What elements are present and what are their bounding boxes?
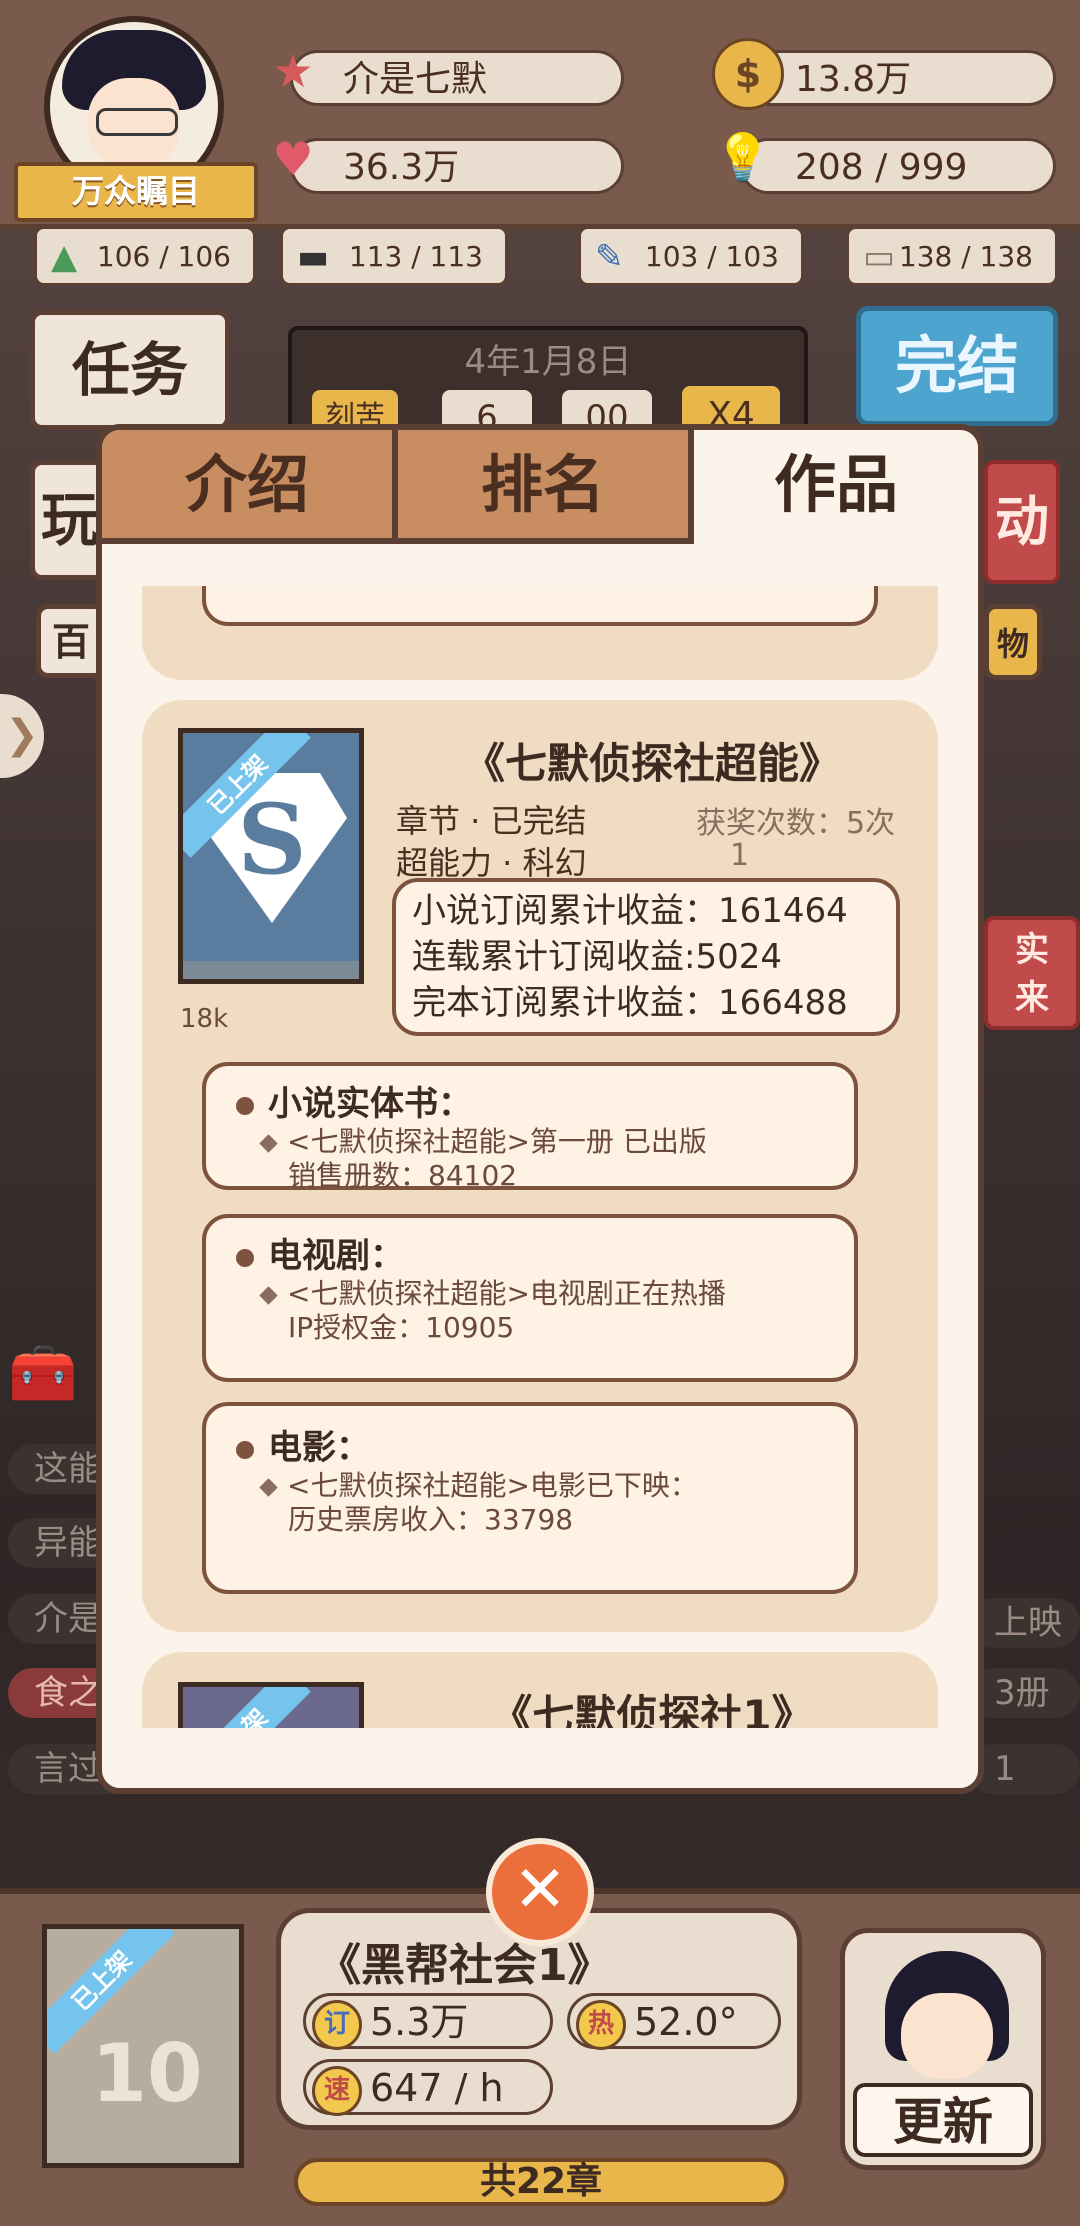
task-button[interactable]: 任务	[30, 310, 230, 430]
work-title: 《七默侦探社超能》	[462, 739, 841, 788]
subscribe-pill: 订 5.3万	[303, 1993, 553, 2050]
work-cover[interactable]: 已上架	[178, 1682, 364, 1728]
player-header: 万众瞩目 介是七默 ★ 36.3万 ♥ 13.8万 $ 208 / 999 💡	[0, 0, 1080, 230]
hat-icon: ▬	[297, 237, 330, 277]
income-line: 连载累计订阅收益:5024	[412, 937, 782, 977]
author-face	[901, 1993, 993, 2079]
background-note: 1	[968, 1744, 1080, 1794]
movie-section: 电影： <七默侦探社超能>电影已下映： 历史票房收入：33798	[202, 1402, 858, 1594]
chapter-count: 共22章	[294, 2158, 788, 2206]
section-line: IP授权金：10905	[288, 1311, 515, 1344]
finish-button[interactable]: 完结	[856, 306, 1058, 426]
heart-icon: ♥	[272, 132, 314, 186]
mountain-icon: ▲	[51, 237, 78, 277]
money-bag-icon: $	[712, 38, 784, 110]
speed-badge: 速	[312, 2066, 362, 2116]
section-line: <七默侦探社超能>第一册 已出版	[287, 1125, 707, 1158]
tv-series-section: 电视剧： <七默侦探社超能>电视剧正在热播 IP授权金：10905	[202, 1214, 858, 1382]
fans-bar: 36.3万	[290, 138, 624, 194]
resource-value: 138 / 138	[898, 240, 1033, 273]
player-name-bar: 介是七默	[290, 50, 624, 106]
word-count: 18k	[180, 1004, 229, 1034]
close-button[interactable]: ✕	[486, 1838, 594, 1946]
section-title: 电视剧：	[268, 1236, 404, 1276]
section-line: <七默侦探社超能>电视剧正在热播	[287, 1277, 726, 1310]
bullet-dot	[236, 1096, 254, 1115]
on-shelf-badge: 已上架	[183, 1687, 311, 1728]
date-text: 4年1月8日	[464, 342, 632, 382]
resource-bar-book: ▭ 138 / 138	[846, 226, 1058, 286]
work-title: 《七默侦探社1》	[490, 1691, 814, 1728]
section-title: 电影：	[268, 1428, 370, 1468]
come-label: 来	[1015, 978, 1049, 1018]
bullet-diamond	[259, 1477, 278, 1497]
print-book-section: 小说实体书： <七默侦探社超能>第一册 已出版 销售册数：84102	[202, 1062, 858, 1192]
work-card-previous	[142, 586, 938, 680]
author-dialog: 介绍 排名 作品 S 已上架 18k 《七默侦探社超能》 章节 · 已完结 获奖…	[96, 424, 984, 1794]
bullet-dot	[236, 1248, 254, 1267]
ideas-value: 208 / 999	[795, 147, 968, 188]
speed-value: 647 / h	[370, 2066, 504, 2110]
activity-button[interactable]: 动	[984, 460, 1060, 584]
work-status: 章节 · 已完结	[396, 802, 587, 840]
section-line: 销售册数：84102	[288, 1159, 518, 1192]
tab-intro[interactable]: 介绍	[102, 430, 398, 544]
resource-value: 106 / 106	[96, 240, 231, 273]
work-cover[interactable]: S 已上架	[178, 728, 364, 984]
subscribe-badge: 订	[312, 2000, 362, 2050]
lightbulb-icon: 💡	[714, 129, 772, 184]
resource-bar-hat: ▬ 113 / 113	[280, 226, 508, 286]
close-icon: ✕	[513, 1853, 567, 1927]
tab-works[interactable]: 作品	[694, 430, 978, 544]
awards-label: 获奖次数：5次	[696, 806, 896, 841]
background-note: 3册	[968, 1668, 1080, 1718]
resource-bar-brush: ✎ 103 / 103	[578, 226, 804, 286]
resource-value: 113 / 113	[348, 240, 483, 273]
income-line: 小说订阅累计收益：161464	[412, 891, 848, 931]
book-icon: ▭	[863, 237, 896, 277]
real-label: 实	[1015, 930, 1049, 970]
subscribe-value: 5.3万	[370, 2000, 469, 2044]
cover-number: 10	[91, 2027, 203, 2120]
update-label: 更新	[853, 2083, 1033, 2157]
section-line: 历史票房收入：33798	[288, 1503, 574, 1536]
treasure-chest-icon[interactable]: 🧰	[8, 1340, 98, 1424]
bullet-diamond	[259, 1133, 278, 1153]
heat-badge: 热	[576, 2000, 626, 2050]
works-list[interactable]: S 已上架 18k 《七默侦探社超能》 章节 · 已完结 获奖次数：5次 超能力…	[142, 586, 938, 1728]
heat-pill: 热 52.0°	[567, 1993, 781, 2050]
awards-value: 1	[730, 838, 750, 873]
section-title: 小说实体书：	[268, 1084, 472, 1124]
work-card: S 已上架 18k 《七默侦探社超能》 章节 · 已完结 获奖次数：5次 超能力…	[142, 700, 938, 1632]
resource-bar-mountain: ▲ 106 / 106	[34, 226, 256, 286]
background-note: 上映	[968, 1598, 1080, 1648]
cover-spine	[183, 961, 359, 979]
brush-icon: ✎	[595, 237, 624, 277]
current-book-cover[interactable]: 已上架 10	[42, 1924, 244, 2168]
star-icon: ★	[272, 44, 314, 98]
bullet-dot	[236, 1440, 254, 1459]
ideas-bar: 208 / 999	[740, 138, 1056, 194]
book-title: 《黑帮社会1》	[317, 1940, 612, 1991]
resource-value: 103 / 103	[644, 240, 779, 273]
tab-ranking[interactable]: 排名	[398, 430, 694, 544]
title-ribbon: 万众瞩目	[14, 162, 258, 222]
update-button[interactable]: 更新	[840, 1928, 1046, 2170]
work-card-next: 已上架 《七默侦探社1》	[142, 1652, 938, 1728]
income-box: 小说订阅累计收益：161464 连载累计订阅收益:5024 完本订阅累计收益：1…	[392, 878, 900, 1036]
heat-value: 52.0°	[634, 2000, 738, 2044]
bullet-diamond	[259, 1285, 278, 1305]
previous-card-box	[202, 586, 878, 626]
shop-button[interactable]: 物	[984, 604, 1042, 680]
speed-pill: 速 647 / h	[303, 2059, 553, 2116]
coins-bar: 13.8万	[740, 50, 1056, 106]
section-line: <七默侦探社超能>电影已下映：	[287, 1469, 698, 1502]
income-line: 完本订阅累计收益：166488	[412, 983, 848, 1023]
real-come-button[interactable]: 实 来	[984, 916, 1080, 1030]
